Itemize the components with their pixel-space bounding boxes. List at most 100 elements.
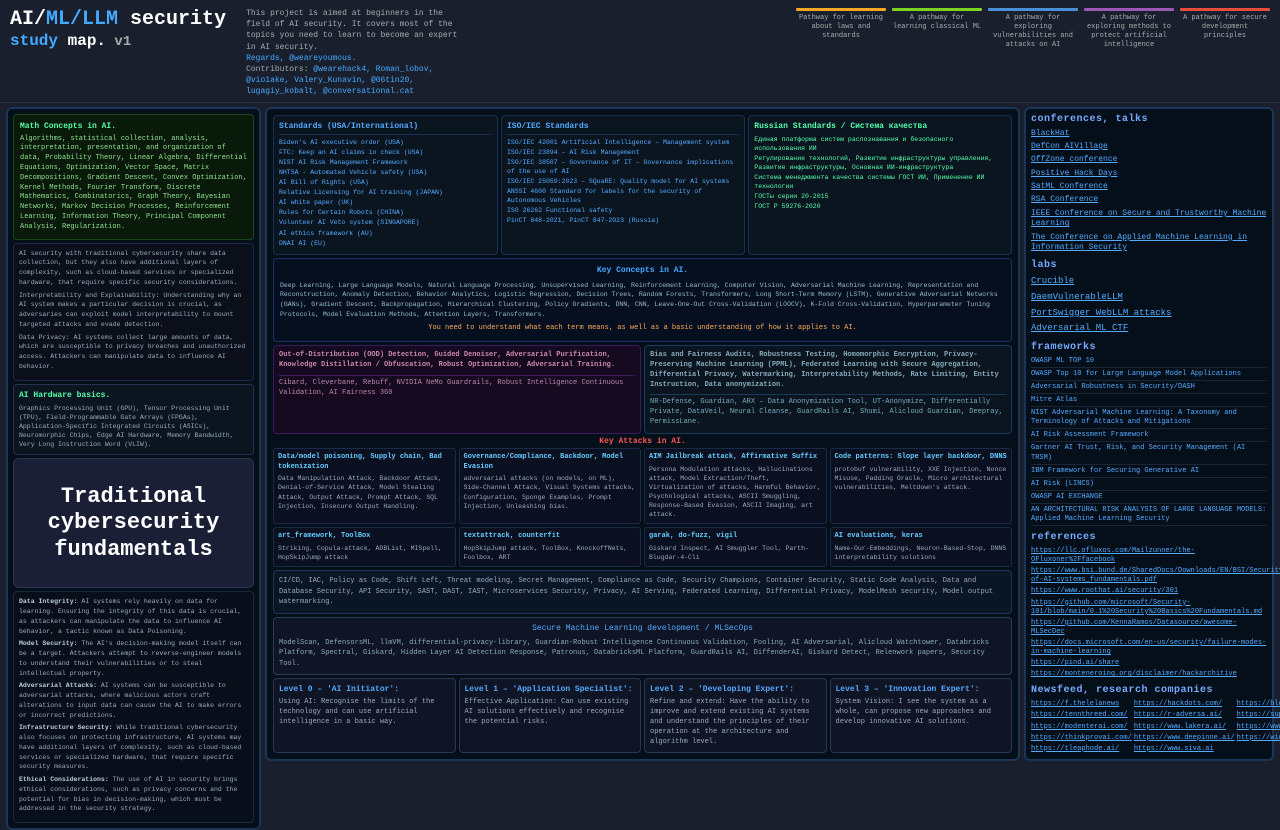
infra-security-title: Infrastructure Security: xyxy=(19,724,113,731)
list-item[interactable]: ISO/IEC 38507 – Governance of IT – Gover… xyxy=(507,158,739,176)
list-item[interactable]: NIST AI Risk Management Framework xyxy=(279,158,492,167)
ref-3[interactable]: https://github.com/microsoft/Security-10… xyxy=(1031,599,1267,617)
ref-1[interactable]: https://www.bsi.bund.de/SharedDocs/Downl… xyxy=(1031,567,1267,585)
conf-positive[interactable]: Positive Hack Days xyxy=(1031,169,1267,179)
list-item[interactable]: ГОСТы серии 20-2015 xyxy=(754,192,1006,201)
pathway-1: Pathway for learning about laws and stan… xyxy=(796,8,886,50)
ref-6[interactable]: https://pind.ai/share xyxy=(1031,659,1267,668)
framework-ibm[interactable]: IBM Framework for Securing Generative AI xyxy=(1031,467,1267,478)
conf-defcon[interactable]: DefCon AIVillage xyxy=(1031,142,1267,152)
list-item[interactable]: AI white paper (UK) xyxy=(279,198,492,207)
ref-2[interactable]: https://www.roothat.ai/security/301 xyxy=(1031,587,1267,596)
attack-cell-title-2: AIM Jailbreak attack, Affirmative Suffix xyxy=(649,453,822,463)
newsfeed-12[interactable]: https://tleaphode.ai/ xyxy=(1031,745,1132,754)
newsfeed-4[interactable]: https://r-adversa.ai/ xyxy=(1134,711,1235,720)
framework-owasp-exchange[interactable]: OWASP AI EXCHANGE xyxy=(1031,493,1267,504)
ref-7[interactable]: https://monteneroing.org/disclaimer/hack… xyxy=(1031,670,1267,679)
framework-owasp-llm[interactable]: OWASP Top 10 for Large Language Model Ap… xyxy=(1031,370,1267,381)
adversarial-attacks-title: Adversarial Attacks: xyxy=(19,682,97,689)
ood-title: Out-of-Distribution (OOD) Detection, Gui… xyxy=(279,351,635,371)
list-item[interactable]: ISO/IEC 42001 Artificial Intelligence – … xyxy=(507,138,739,147)
ood-tools: Cibard, Cleverbane, Rebuff, NVIDIA NeMo … xyxy=(279,375,635,399)
list-item[interactable]: PinCT 848-2021, PinCT 847-2023 (Russia) xyxy=(507,216,739,225)
list-item[interactable]: Система менеджмента качества системы ГОС… xyxy=(754,173,1006,191)
framework-owasp-ml[interactable]: OWASP ML TOP 10 xyxy=(1031,357,1267,368)
newsfeed-10[interactable]: https://www.deepinne.ai/ xyxy=(1134,734,1235,743)
conf-applied-ml[interactable]: The Conference on Applied Machine Learni… xyxy=(1031,233,1267,254)
framework-mitre[interactable]: Mitre Atlas xyxy=(1031,396,1267,407)
russian-standards-title: Russian Standards / Система качества xyxy=(754,121,1006,132)
newsfeed-1[interactable]: https://hackdots.com/ xyxy=(1134,700,1235,709)
list-item[interactable]: FTC: Keep an AI claims in check (USA) xyxy=(279,148,492,157)
russian-standards-list: Единая платформа систем распознавания и … xyxy=(754,135,1006,212)
lab-adversarial[interactable]: Adversarial ML CTF xyxy=(1031,322,1267,335)
logo-map: map. xyxy=(58,32,106,50)
ai-concepts-content: Deep Learning, Large Language Models, Na… xyxy=(280,281,1005,320)
newsfeed-2[interactable]: https://blog.malavoluts.com/ xyxy=(1237,700,1280,709)
list-item[interactable]: ГОСТ Р 59276-2020 xyxy=(754,202,1006,211)
newsfeed-7[interactable]: https://www.lakera.ai/ xyxy=(1134,723,1235,732)
list-item[interactable]: Единая платформа систем распознавания и … xyxy=(754,135,1006,153)
lab-portswigger[interactable]: PortSwigger WebLLM attacks xyxy=(1031,307,1267,320)
regards-text: Regards, @weareyoumous. xyxy=(246,54,356,63)
attack-cell-3: Code patterns: Slope layer backdoor, DNN… xyxy=(830,448,1013,524)
conf-satml[interactable]: SatML Conference xyxy=(1031,182,1267,192)
newsfeed-13[interactable]: https://www.siva.ai xyxy=(1134,745,1235,754)
framework-ai-risk[interactable]: AI Risk (LINCS) xyxy=(1031,480,1267,491)
pathway-2: A pathway for learning classical ML xyxy=(892,8,982,50)
framework-arch-risk[interactable]: AN ARCHITECTURAL RISK ANALYSIS OF LARGE … xyxy=(1031,506,1267,526)
list-item[interactable]: Relative Licensing for AI training (JAPA… xyxy=(279,188,492,197)
attack-cell-content-3: protobuf vulnerability, XXE Injection, N… xyxy=(835,465,1008,492)
ref-5[interactable]: https://docs.microsoft.com/en-us/securit… xyxy=(1031,639,1267,657)
logo-suffix: security xyxy=(118,8,226,31)
framework-risk[interactable]: AI Risk Assessment Framework xyxy=(1031,431,1267,442)
attack-cell-title-0: Data/model poisoning, Supply chain, Bad … xyxy=(278,453,451,473)
level-1-title: Level 1 – 'Application Specialist': xyxy=(465,684,636,695)
attack-cell-content-5: HopSkipJump attack, ToolBox, KnockoffNet… xyxy=(464,544,637,562)
references-section: references https://llc.ofluxos.com/Mailz… xyxy=(1031,532,1267,681)
conf-offzone[interactable]: OffZone conference xyxy=(1031,155,1267,165)
level-0-desc: Using AI: Recognise the limits of the te… xyxy=(279,698,450,727)
framework-adversarial[interactable]: Adversarial Robustness in Security/DASH xyxy=(1031,383,1267,394)
newsfeed-0[interactable]: https://f.thelelanews xyxy=(1031,700,1132,709)
attack-cell-content-0: Data Manipulation Attack, Backdoor Attac… xyxy=(278,474,451,510)
attack-cell-title-4: art_framework, ToolBox xyxy=(278,532,451,542)
attack-cell-content-2: Persona Modulation attacks, Hallucinatio… xyxy=(649,465,822,520)
lab-crucible[interactable]: Crucible xyxy=(1031,275,1267,288)
hardware-box: AI Hardware basics. Graphics Processing … xyxy=(13,384,254,456)
main-content: Math Concepts in AI. Algorithms, statist… xyxy=(0,103,1280,821)
newsfeed-3[interactable]: https://tennthreed.com/ xyxy=(1031,711,1132,720)
conferences-list: BlackHat DefCon AIVillage OffZone confer… xyxy=(1031,129,1267,254)
list-item[interactable]: ISO 26262 Functional safety xyxy=(507,206,739,215)
security-principles-text: Data Integrity: AI systems rely heavily … xyxy=(19,597,248,814)
math-title: Math Concepts in AI. xyxy=(20,121,247,132)
list-item[interactable]: DNAI AI (EU) xyxy=(279,239,492,248)
attack-cell-title-7: AI evaluations, keras xyxy=(835,532,1008,542)
list-item[interactable]: AI ethics framework (AU) xyxy=(279,229,492,238)
framework-gartner[interactable]: Gartner AI Trust, Risk, and Security Man… xyxy=(1031,444,1267,464)
list-item[interactable]: ISO/IEC 23894 – AI Risk Management xyxy=(507,148,739,157)
newsfeed-6[interactable]: https://modenterai.com/ xyxy=(1031,723,1132,732)
ref-4[interactable]: https://github.com/KennaRamos/Datasource… xyxy=(1031,619,1267,637)
newsfeed-8[interactable]: https://www.zenternos.woll/ xyxy=(1237,723,1280,732)
framework-nist[interactable]: NIST Adversarial Machine Learning: A Tax… xyxy=(1031,409,1267,429)
list-item[interactable]: Volunteer AI Veto system (SINGAPORE) xyxy=(279,218,492,227)
list-item[interactable]: ANSSI 4600 Standard for labels for the s… xyxy=(507,187,739,205)
list-item[interactable]: NHTSA - Automated Vehicle safety (USA) xyxy=(279,168,492,177)
conf-rsa[interactable]: RSA Conference xyxy=(1031,195,1267,205)
newsfeed-9[interactable]: https://thinkprovai.com/ xyxy=(1031,734,1132,743)
conf-ieee[interactable]: IEEE Conference on Secure and Trustworth… xyxy=(1031,209,1267,230)
newsfeed-5[interactable]: https://super.substack.com/ xyxy=(1237,711,1280,720)
conf-blackhat[interactable]: BlackHat xyxy=(1031,129,1267,139)
ref-0[interactable]: https://llc.ofluxos.com/Mailzunner/the-O… xyxy=(1031,547,1267,565)
attack-cell-title-5: textattrack, counterfit xyxy=(464,532,637,542)
pathway-label-1: Pathway for learning about laws and stan… xyxy=(799,14,883,40)
newsfeed-11[interactable]: https://wid.hepa.tech/ xyxy=(1237,734,1280,743)
list-item[interactable]: Rules for Certain Robots (CHINA) xyxy=(279,208,492,217)
list-item[interactable]: Регулирование технологий, Развитие инфра… xyxy=(754,154,1006,172)
list-item[interactable]: Biden's AI executive order (USA) xyxy=(279,138,492,147)
list-item[interactable]: AI Bill of Rights (USA) xyxy=(279,178,492,187)
header-description: This project is aimed at beginners in th… xyxy=(246,8,466,98)
lab-daem[interactable]: DaemVulnerableLLM xyxy=(1031,291,1267,304)
list-item[interactable]: ISO/IEC 25059:2023 – SQuaRE: Quality mod… xyxy=(507,177,739,186)
